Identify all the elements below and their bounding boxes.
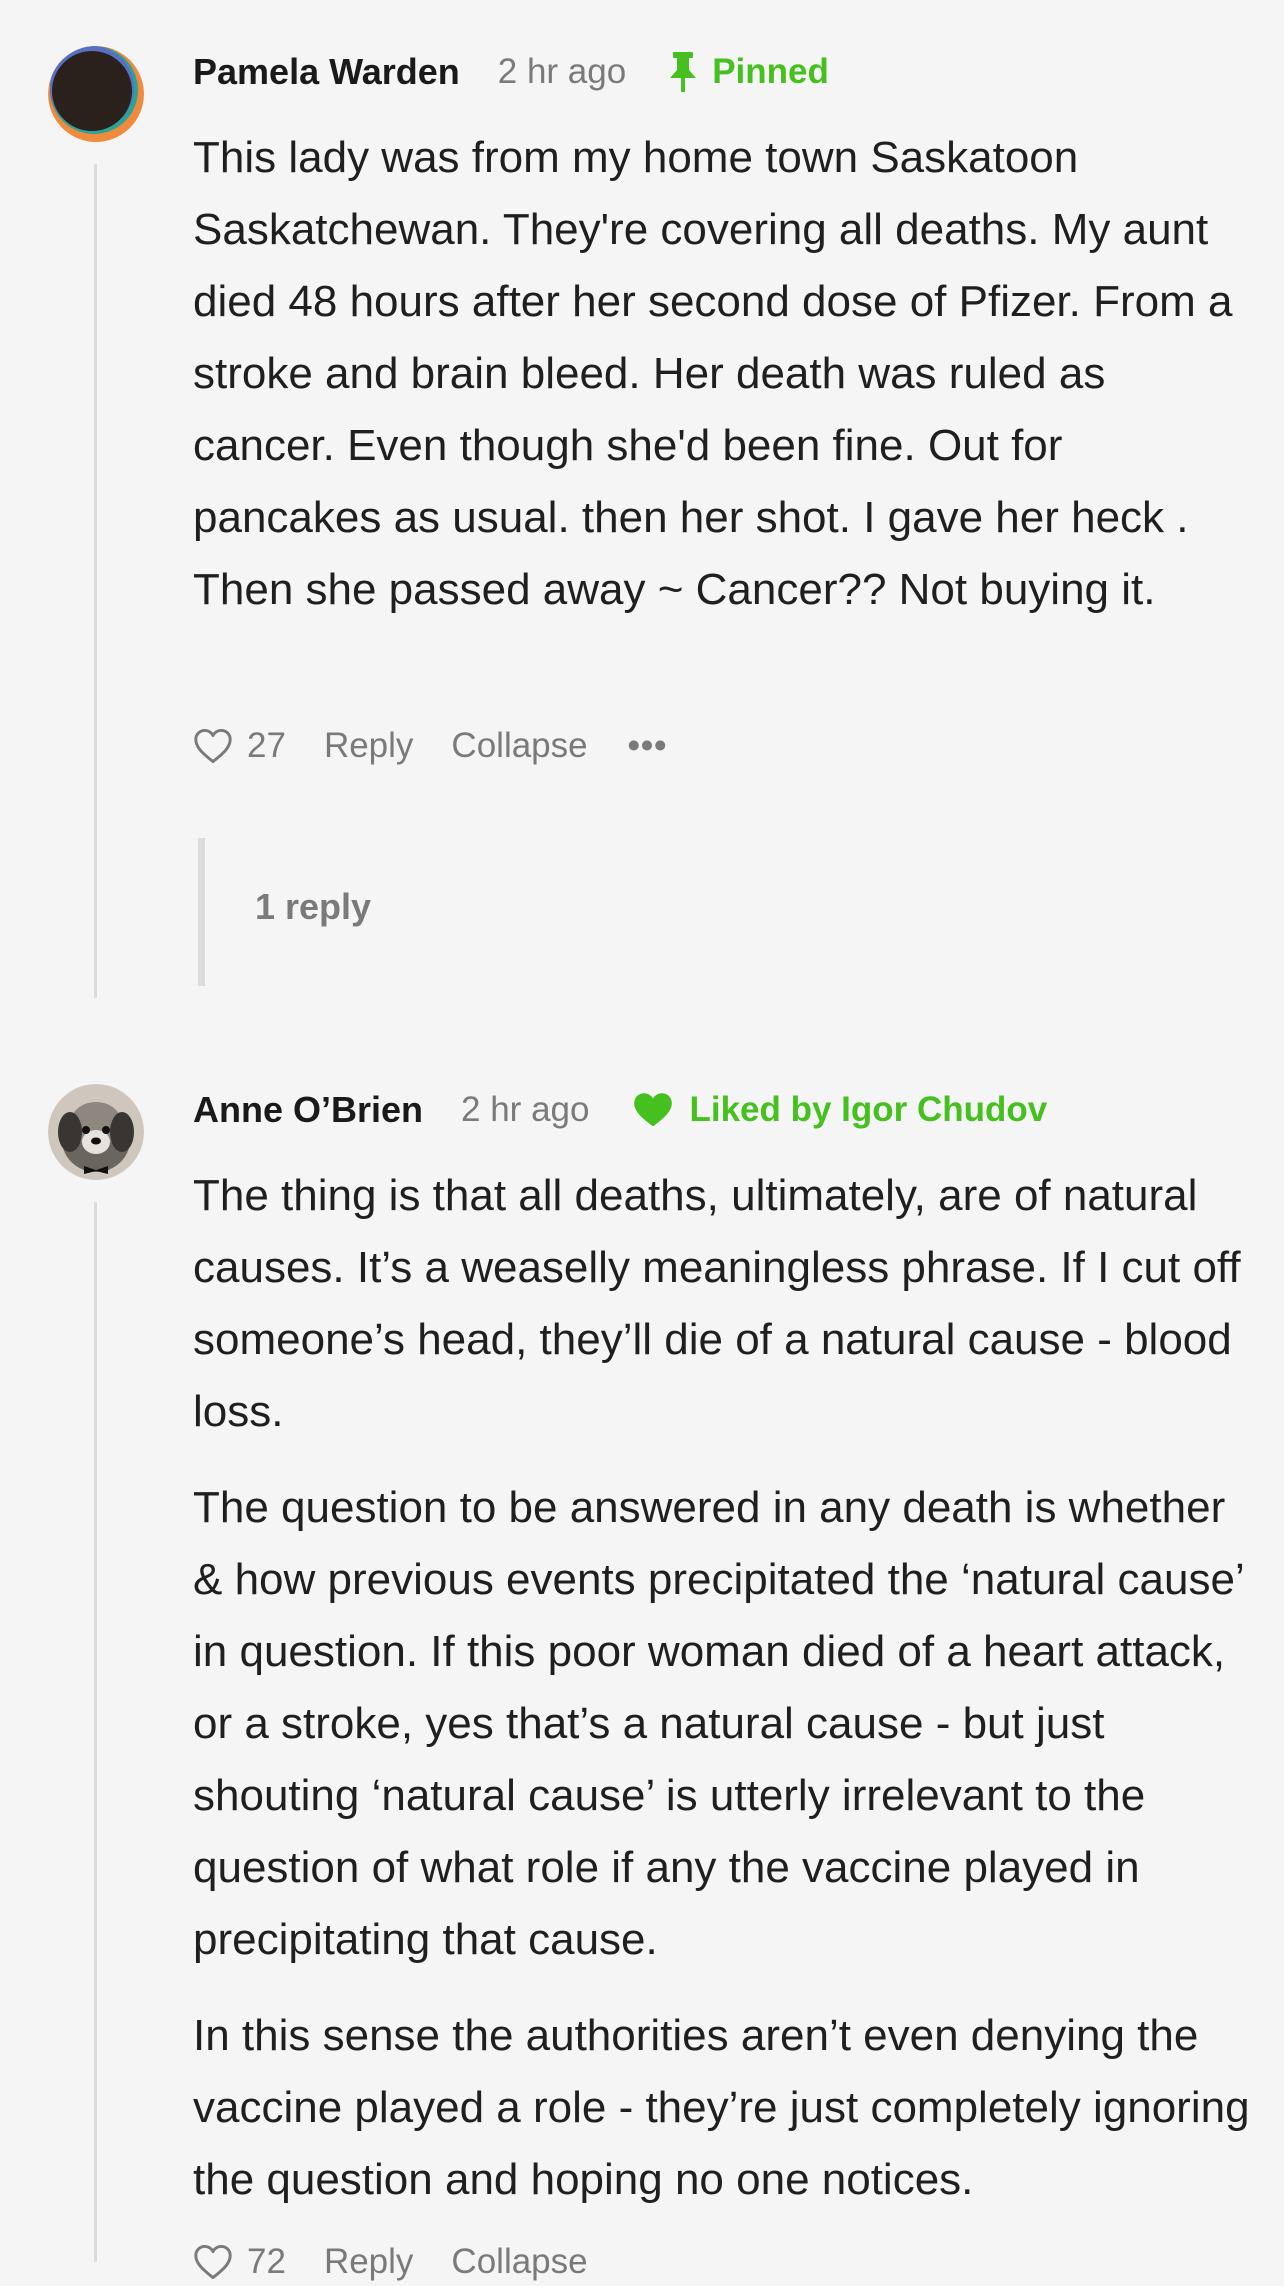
comment-body: The thing is that all deaths, ultimately… [193,1160,1253,2240]
comment-anne-obrien: Anne O’Brien 2 hr ago Liked by Igor Chud… [0,1010,1284,2281]
comment-body: This lady was from my home town Saskatoo… [193,122,1253,650]
comment-actions: 72 Reply Collapse [193,2238,588,2286]
avatar[interactable] [48,46,144,142]
author-name[interactable]: Anne O’Brien [193,1089,423,1131]
comment-paragraph: The question to be answered in any death… [193,1483,1244,1964]
reply-button[interactable]: Reply [324,726,413,766]
thread-line[interactable] [94,1202,97,2262]
pin-icon [670,52,697,92]
like-count: 27 [247,726,286,765]
heart-outline-icon [194,728,232,764]
replies-toggle[interactable]: 1 reply [198,838,505,986]
like-count: 72 [247,2242,286,2281]
like-button[interactable]: 72 [193,2242,286,2282]
comment-header: Anne O’Brien 2 hr ago Liked by Igor Chud… [193,1084,1047,1136]
replies-count-label[interactable]: 1 reply [255,886,371,928]
comment-paragraph: The thing is that all deaths, ultimately… [193,1171,1241,1436]
comment-paragraph: This lady was from my home town Saskatoo… [193,133,1233,614]
collapse-button[interactable]: Collapse [451,726,587,766]
like-button[interactable]: 27 [193,726,286,766]
timestamp[interactable]: 2 hr ago [461,1090,589,1130]
timestamp[interactable]: 2 hr ago [498,52,626,92]
liked-by-badge: Liked by Igor Chudov [633,1090,1047,1130]
avatar[interactable] [48,1084,144,1180]
author-name[interactable]: Pamela Warden [193,51,460,93]
pinned-badge: Pinned [670,52,829,92]
comment-paragraph: In this sense the authorities aren’t eve… [193,2011,1250,2204]
comment-header: Pamela Warden 2 hr ago Pinned [193,46,829,98]
comment-actions: 27 Reply Collapse ••• [193,722,667,770]
reply-button[interactable]: Reply [324,2242,413,2282]
liked-by-label: Liked by Igor Chudov [689,1090,1048,1129]
pinned-label: Pinned [712,52,829,91]
heart-outline-icon [194,2244,232,2280]
heart-filled-icon [634,1093,673,1127]
collapse-button[interactable]: Collapse [451,2242,587,2282]
thread-line[interactable] [94,164,97,998]
more-icon[interactable]: ••• [628,726,668,766]
comment-pamela-warden: Pamela Warden 2 hr ago Pinned This lady … [0,0,1284,1010]
